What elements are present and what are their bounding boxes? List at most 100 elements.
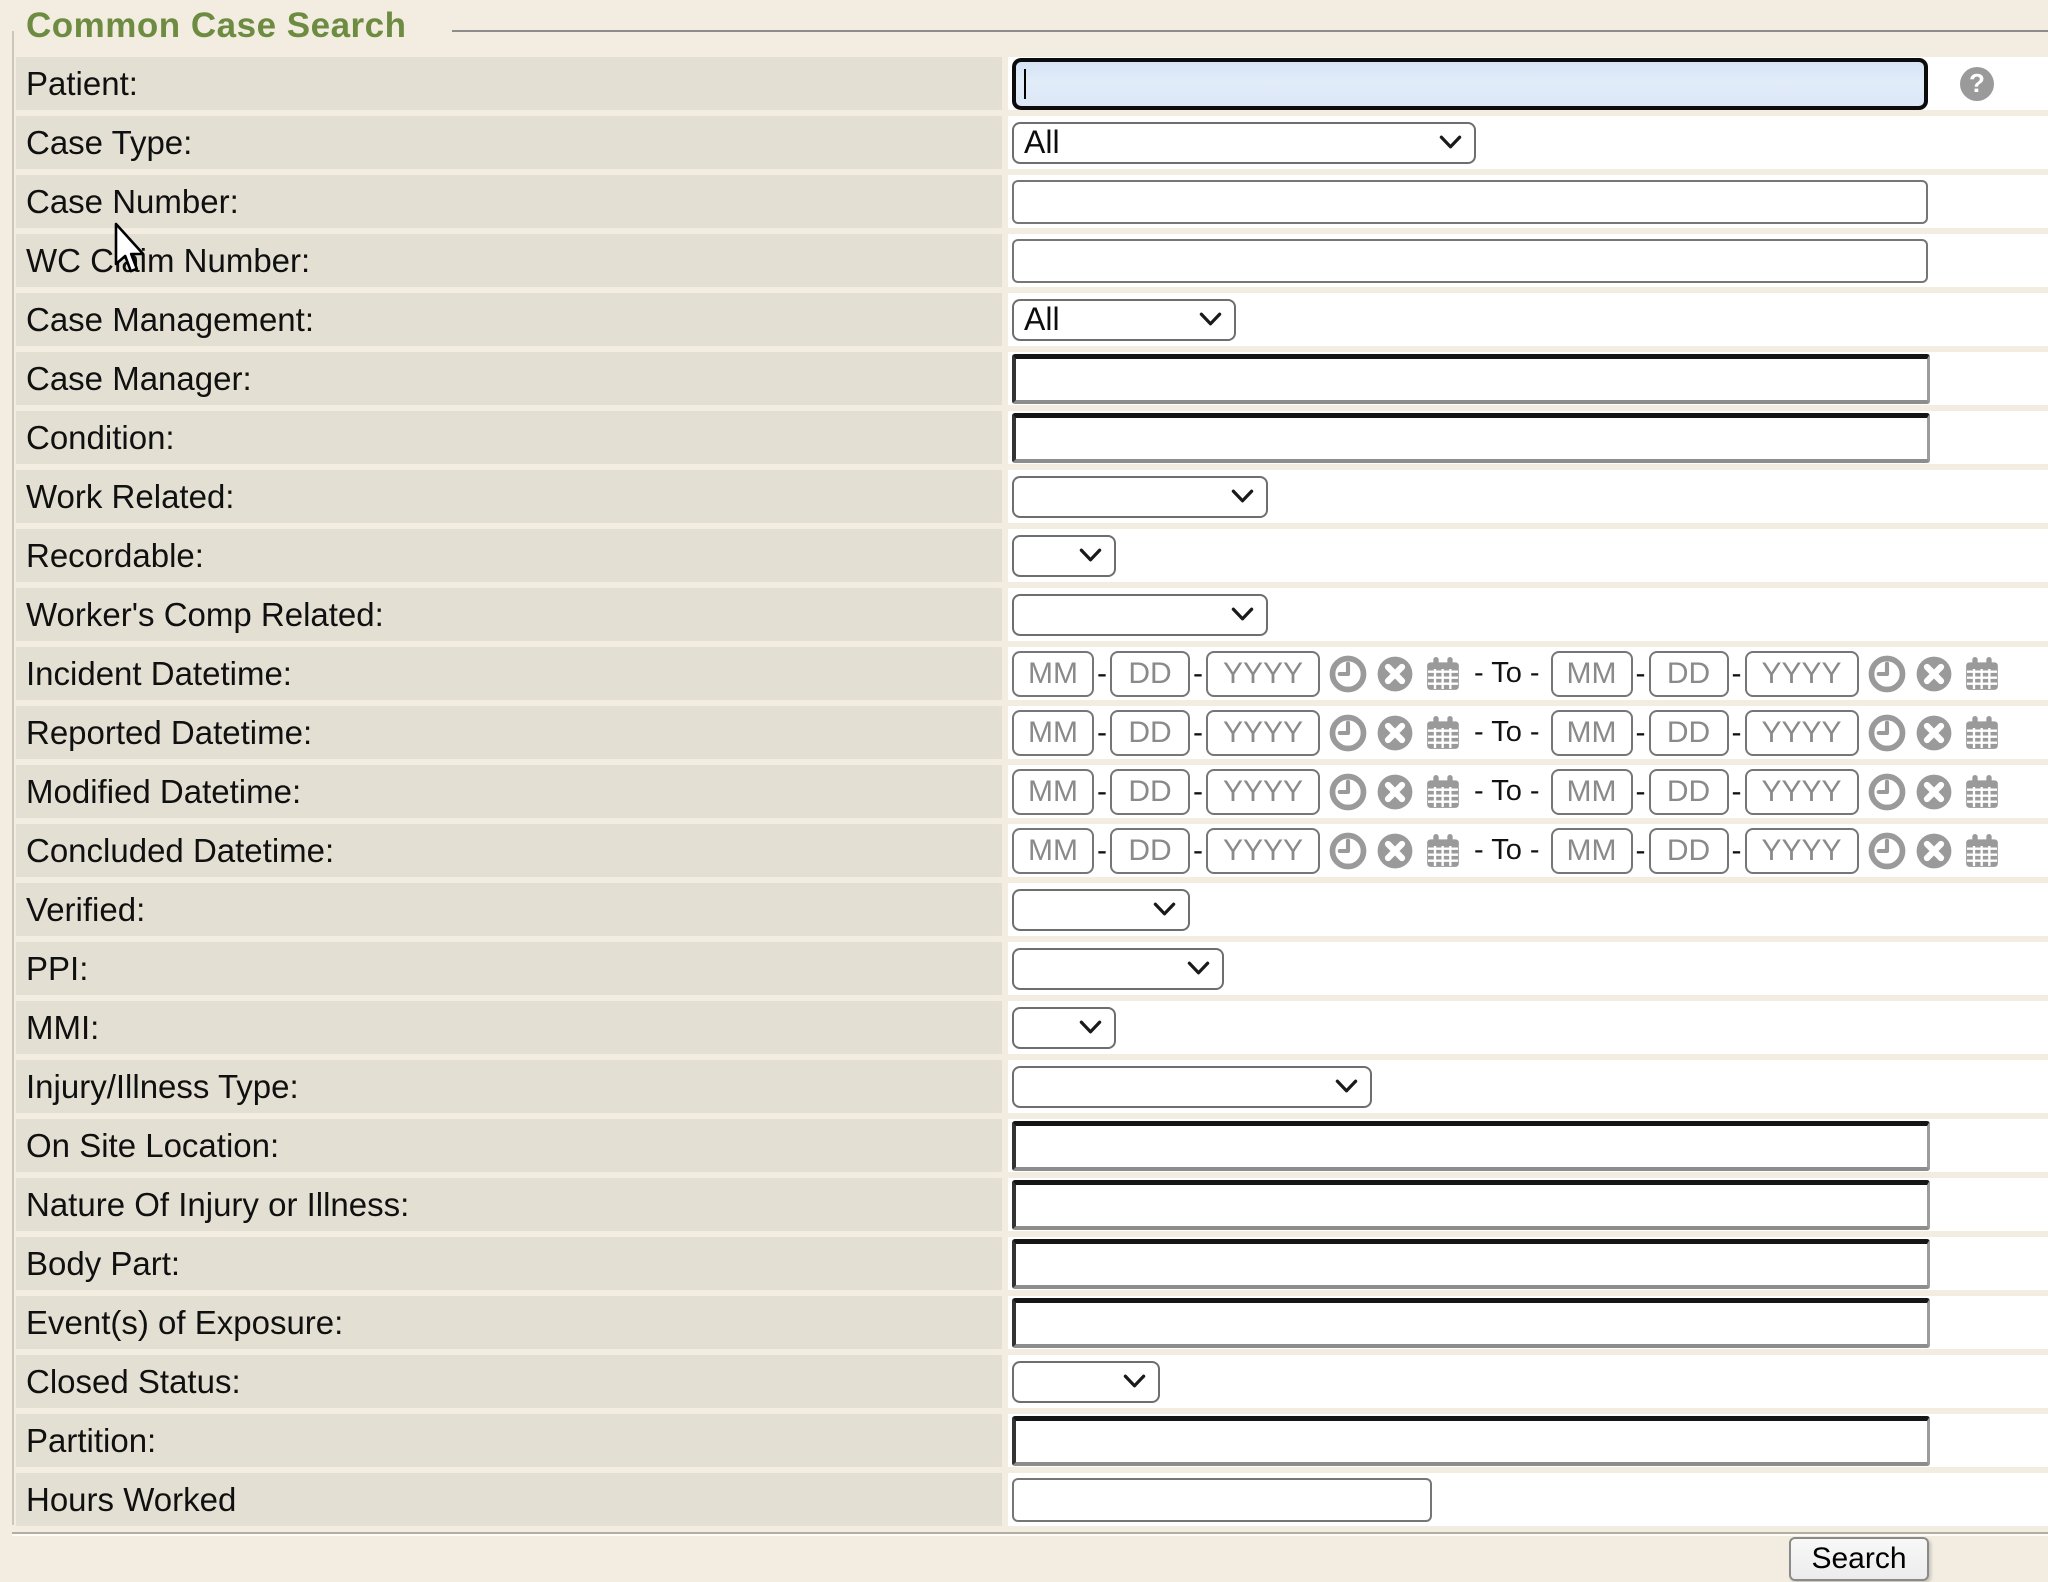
form-row-recordable: Recordable:	[16, 529, 2048, 582]
form-row-modified-datetime: Modified Datetime:MM-DD-YYYY - To -MM-DD…	[16, 765, 2048, 818]
closed-status-field-cell	[1008, 1355, 2048, 1408]
date-range-to-label: - To -	[1474, 834, 1540, 867]
date-separator-dash: -	[1097, 775, 1107, 809]
chevron-down-icon	[1439, 135, 1462, 150]
concluded-datetime-to-time-clock-icon[interactable]	[1868, 832, 1906, 870]
injury-illness-type-label: Injury/Illness Type:	[16, 1060, 1002, 1113]
reported-datetime-from-time-clock-icon[interactable]	[1329, 714, 1367, 752]
concluded-datetime-from-calendar-icon[interactable]	[1423, 831, 1463, 871]
case-number-input[interactable]	[1012, 180, 1928, 224]
modified-datetime-to-year-input[interactable]: YYYY	[1745, 769, 1859, 815]
chevron-down-icon	[1199, 312, 1222, 327]
partition-input[interactable]	[1012, 1416, 1930, 1466]
events-of-exposure-field-cell	[1008, 1296, 2048, 1349]
incident-datetime-to-month-input[interactable]: MM	[1551, 651, 1633, 697]
patient-input[interactable]	[1012, 58, 1928, 110]
search-button[interactable]: Search	[1789, 1537, 1929, 1581]
incident-datetime-to-day-input[interactable]: DD	[1649, 651, 1729, 697]
incident-datetime-from-day-input[interactable]: DD	[1110, 651, 1190, 697]
case-type-field-cell: All	[1008, 116, 2048, 169]
modified-datetime-to-clear-icon[interactable]	[1915, 773, 1953, 811]
modified-datetime-from-year-input[interactable]: YYYY	[1206, 769, 1320, 815]
form-row-partition: Partition:	[16, 1414, 2048, 1467]
concluded-datetime-label: Concluded Datetime:	[16, 824, 1002, 877]
case-management-select[interactable]: All	[1012, 299, 1236, 341]
reported-datetime-to-month-input[interactable]: MM	[1551, 710, 1633, 756]
form-row-nature-of-injury-or-illness: Nature Of Injury or Illness:	[16, 1178, 2048, 1231]
case-manager-label: Case Manager:	[16, 352, 1002, 405]
concluded-datetime-to-clear-icon[interactable]	[1915, 832, 1953, 870]
form-row-on-site-location: On Site Location:	[16, 1119, 2048, 1172]
incident-datetime-from-clear-icon[interactable]	[1376, 655, 1414, 693]
concluded-datetime-to-year-input[interactable]: YYYY	[1745, 828, 1859, 874]
body-part-input[interactable]	[1012, 1239, 1930, 1289]
incident-datetime-to-clear-icon[interactable]	[1915, 655, 1953, 693]
nature-of-injury-or-illness-field-cell	[1008, 1178, 2048, 1231]
reported-datetime-from-clear-icon[interactable]	[1376, 714, 1414, 752]
incident-datetime-to-calendar-icon[interactable]	[1962, 654, 2002, 694]
concluded-datetime-to-day-input[interactable]: DD	[1649, 828, 1729, 874]
date-separator-dash: -	[1097, 716, 1107, 750]
work-related-select[interactable]	[1012, 476, 1268, 518]
recordable-select[interactable]	[1012, 535, 1116, 577]
nature-of-injury-or-illness-input[interactable]	[1012, 1180, 1930, 1230]
verified-select[interactable]	[1012, 889, 1190, 931]
concluded-datetime-from-year-input[interactable]: YYYY	[1206, 828, 1320, 874]
closed-status-select[interactable]	[1012, 1361, 1160, 1403]
form-row-condition: Condition:	[16, 411, 2048, 464]
events-of-exposure-label: Event(s) of Exposure:	[16, 1296, 1002, 1349]
modified-datetime-from-day-input[interactable]: DD	[1110, 769, 1190, 815]
modified-datetime-from-calendar-icon[interactable]	[1423, 772, 1463, 812]
mmi-select[interactable]	[1012, 1007, 1116, 1049]
reported-datetime-to-calendar-icon[interactable]	[1962, 713, 2002, 753]
reported-datetime-to-day-input[interactable]: DD	[1649, 710, 1729, 756]
on-site-location-input[interactable]	[1012, 1121, 1930, 1171]
reported-datetime-from-month-input[interactable]: MM	[1012, 710, 1094, 756]
concluded-datetime-from-month-input[interactable]: MM	[1012, 828, 1094, 874]
incident-datetime-from-time-clock-icon[interactable]	[1329, 655, 1367, 693]
case-type-select[interactable]: All	[1012, 122, 1476, 164]
events-of-exposure-input[interactable]	[1012, 1298, 1930, 1348]
modified-datetime-from-month-input[interactable]: MM	[1012, 769, 1094, 815]
incident-datetime-to-time-clock-icon[interactable]	[1868, 655, 1906, 693]
reported-datetime-from-day-input[interactable]: DD	[1110, 710, 1190, 756]
reported-datetime-to-time-clock-icon[interactable]	[1868, 714, 1906, 752]
reported-datetime-to-year-input[interactable]: YYYY	[1745, 710, 1859, 756]
incident-datetime-from-month-input[interactable]: MM	[1012, 651, 1094, 697]
condition-input[interactable]	[1012, 413, 1930, 463]
hours-worked-input[interactable]	[1012, 1478, 1432, 1522]
form-row-patient: Patient:?	[16, 57, 2048, 110]
modified-datetime-from-clear-icon[interactable]	[1376, 773, 1414, 811]
workers-comp-related-select[interactable]	[1012, 594, 1268, 636]
modified-datetime-to-time-clock-icon[interactable]	[1868, 773, 1906, 811]
concluded-datetime-to-month-input[interactable]: MM	[1551, 828, 1633, 874]
modified-datetime-to-calendar-icon[interactable]	[1962, 772, 2002, 812]
form-row-body-part: Body Part:	[16, 1237, 2048, 1290]
concluded-datetime-from-time-clock-icon[interactable]	[1329, 832, 1367, 870]
patient-help-icon[interactable]: ?	[1960, 67, 1994, 101]
form-row-ppi: PPI:	[16, 942, 2048, 995]
concluded-datetime-from-day-input[interactable]: DD	[1110, 828, 1190, 874]
date-separator-dash: -	[1636, 834, 1646, 868]
form-row-case-type: Case Type:All	[16, 116, 2048, 169]
reported-datetime-from-year-input[interactable]: YYYY	[1206, 710, 1320, 756]
case-manager-input[interactable]	[1012, 354, 1930, 404]
modified-datetime-from-time-clock-icon[interactable]	[1329, 773, 1367, 811]
chevron-down-icon	[1231, 607, 1254, 622]
ppi-select[interactable]	[1012, 948, 1224, 990]
concluded-datetime-from-clear-icon[interactable]	[1376, 832, 1414, 870]
wc-claim-number-input[interactable]	[1012, 239, 1928, 283]
partition-label: Partition:	[16, 1414, 1002, 1467]
modified-datetime-to-day-input[interactable]: DD	[1649, 769, 1729, 815]
incident-datetime-from-calendar-icon[interactable]	[1423, 654, 1463, 694]
injury-illness-type-select[interactable]	[1012, 1066, 1372, 1108]
incident-datetime-to-year-input[interactable]: YYYY	[1745, 651, 1859, 697]
condition-field-cell	[1008, 411, 2048, 464]
ppi-field-cell	[1008, 942, 2048, 995]
date-separator-dash: -	[1097, 834, 1107, 868]
modified-datetime-to-month-input[interactable]: MM	[1551, 769, 1633, 815]
incident-datetime-from-year-input[interactable]: YYYY	[1206, 651, 1320, 697]
concluded-datetime-to-calendar-icon[interactable]	[1962, 831, 2002, 871]
reported-datetime-from-calendar-icon[interactable]	[1423, 713, 1463, 753]
reported-datetime-to-clear-icon[interactable]	[1915, 714, 1953, 752]
